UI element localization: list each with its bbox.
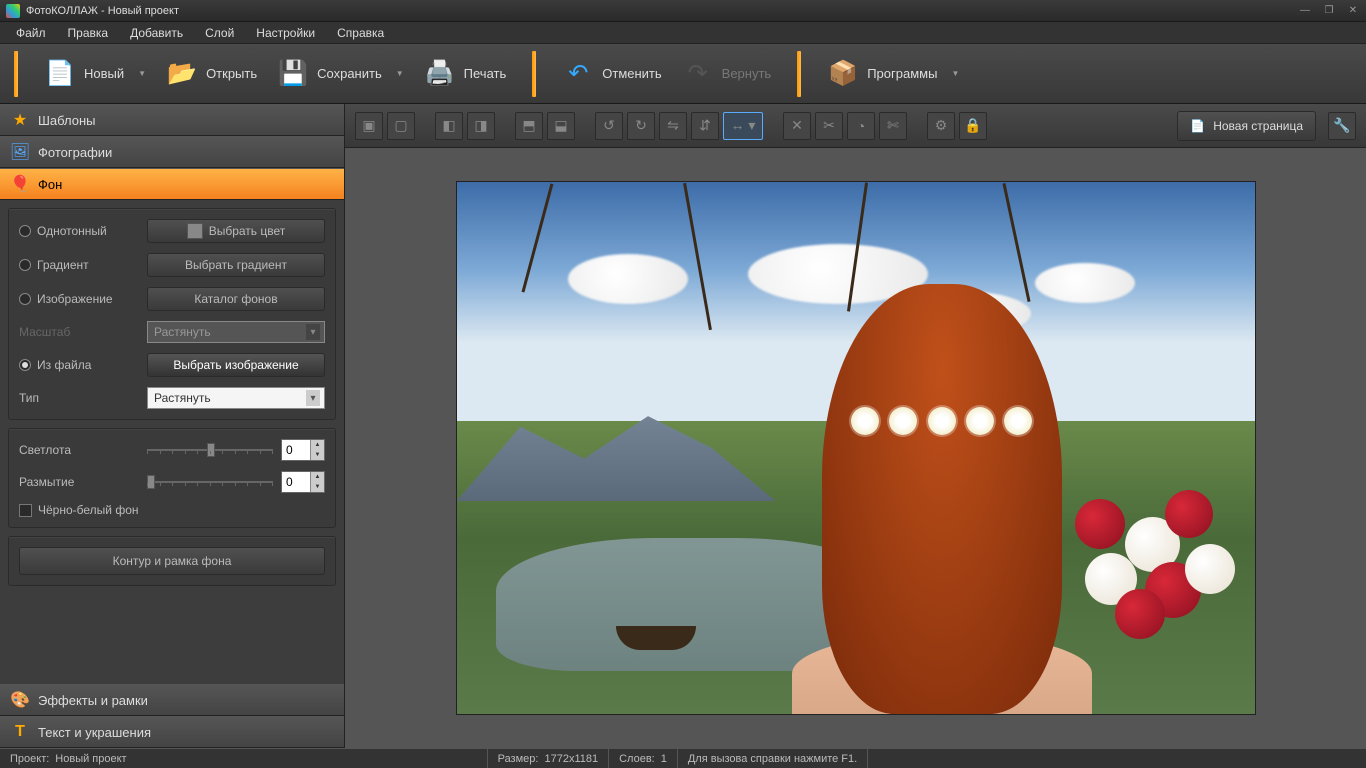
- type-select[interactable]: Растянуть: [147, 387, 325, 409]
- status-size: Размер: 1772x1181: [487, 749, 610, 768]
- canvas[interactable]: [456, 181, 1256, 715]
- gear-icon[interactable]: ⚙: [927, 112, 955, 140]
- new-file-icon: 📄: [44, 58, 76, 90]
- canvas-toolbar: ▣ ▢ ◧ ◨ ⬒ ⬓ ↺ ↻ ⇋ ⇵ ↔ ▾ ✕ ✂ ◔ ✄ ⚙ 🔒 📄: [345, 104, 1366, 148]
- undo-icon: ↶: [562, 58, 594, 90]
- brightness-value[interactable]: 0▲▼: [281, 439, 325, 461]
- type-label: Тип: [19, 391, 139, 405]
- catalog-button[interactable]: Каталог фонов: [147, 287, 325, 311]
- blur-value[interactable]: 0▲▼: [281, 471, 325, 493]
- menu-add[interactable]: Добавить: [120, 23, 193, 43]
- sidebar: ★ Шаблоны 🖼 Фотографии 🎈 Фон Однотонный …: [0, 104, 345, 748]
- choose-gradient-button[interactable]: Выбрать градиент: [147, 253, 325, 277]
- rotate-left-icon[interactable]: ↺: [595, 112, 623, 140]
- menu-edit[interactable]: Правка: [58, 23, 119, 43]
- status-project: Проект: Новый проект: [0, 749, 137, 768]
- accordion-background[interactable]: 🎈 Фон: [0, 168, 344, 200]
- rotate-right-icon[interactable]: ↻: [627, 112, 655, 140]
- main-toolbar: 📄 Новый ▼ 📂 Открыть 💾 Сохранить ▼ 🖨️ Печ…: [0, 44, 1366, 104]
- palette-icon: 🎨: [10, 690, 30, 710]
- choose-image-button[interactable]: Выбрать изображение: [147, 353, 325, 377]
- window-title: ФотоКОЛЛАЖ - Новый проект: [26, 5, 179, 17]
- box-icon: 📦: [827, 58, 859, 90]
- contour-frame-button[interactable]: Контур и рамка фона: [19, 547, 325, 575]
- photo-icon: 🖼: [10, 142, 30, 162]
- radio-from-file[interactable]: [19, 359, 31, 371]
- brightness-slider[interactable]: [147, 440, 273, 460]
- balloon-icon: 🎈: [10, 174, 30, 194]
- radio-image[interactable]: [19, 293, 31, 305]
- choose-color-button[interactable]: Выбрать цвет: [147, 219, 325, 243]
- menu-settings[interactable]: Настройки: [246, 23, 325, 43]
- app-icon: [6, 4, 20, 18]
- status-layers: Слоев: 1: [609, 749, 678, 768]
- maximize-button[interactable]: ❐: [1322, 4, 1336, 18]
- menu-layer[interactable]: Слой: [195, 23, 244, 43]
- bring-front-icon[interactable]: ▣: [355, 112, 383, 140]
- canvas-area: ▣ ▢ ◧ ◨ ⬒ ⬓ ↺ ↻ ⇋ ⇵ ↔ ▾ ✕ ✂ ◔ ✄ ⚙ 🔒 📄: [345, 104, 1366, 748]
- star-icon: ★: [10, 110, 30, 130]
- accordion-photos[interactable]: 🖼 Фотографии: [0, 136, 344, 168]
- programs-button[interactable]: 📦 Программы ▼: [817, 52, 969, 96]
- status-help: Для вызова справки нажмите F1.: [678, 749, 868, 768]
- menubar: Файл Правка Добавить Слой Настройки Спра…: [0, 22, 1366, 44]
- scale-label: Масштаб: [19, 325, 139, 339]
- chevron-down-icon[interactable]: ▼: [138, 69, 146, 78]
- align-bottom-icon[interactable]: ⬓: [547, 112, 575, 140]
- delete-icon[interactable]: ✕: [783, 112, 811, 140]
- menu-help[interactable]: Справка: [327, 23, 394, 43]
- minimize-button[interactable]: —: [1298, 4, 1312, 18]
- undo-button[interactable]: ↶ Отменить: [552, 52, 671, 96]
- background-panel: Однотонный Выбрать цвет Градиент Выбрать…: [0, 200, 344, 684]
- new-page-button[interactable]: 📄 Новая страница: [1177, 111, 1316, 141]
- brightness-label: Светлота: [19, 443, 139, 457]
- titlebar: ФотоКОЛЛАЖ - Новый проект — ❐ ✕: [0, 0, 1366, 22]
- statusbar: Проект: Новый проект Размер: 1772x1181 С…: [0, 748, 1366, 768]
- align-left-icon[interactable]: ◧: [435, 112, 463, 140]
- lock-icon[interactable]: 🔒: [959, 112, 987, 140]
- chevron-down-icon[interactable]: ▼: [951, 69, 959, 78]
- print-icon: 🖨️: [424, 58, 456, 90]
- gradient-radio-label[interactable]: Градиент: [19, 258, 139, 272]
- page-add-icon: 📄: [1190, 119, 1205, 133]
- mask-icon[interactable]: ◔: [847, 112, 875, 140]
- flip-h-icon[interactable]: ⇋: [659, 112, 687, 140]
- radio-solid[interactable]: [19, 225, 31, 237]
- crop-icon[interactable]: ✂: [815, 112, 843, 140]
- align-top-icon[interactable]: ⬒: [515, 112, 543, 140]
- send-back-icon[interactable]: ▢: [387, 112, 415, 140]
- accordion-effects[interactable]: 🎨 Эффекты и рамки: [0, 684, 344, 716]
- scale-select[interactable]: Растянуть: [147, 321, 325, 343]
- page-settings-icon[interactable]: 🔧: [1328, 112, 1356, 140]
- save-icon: 💾: [277, 58, 309, 90]
- menu-file[interactable]: Файл: [6, 23, 56, 43]
- radio-gradient[interactable]: [19, 259, 31, 271]
- blur-label: Размытие: [19, 475, 139, 489]
- text-icon: T: [10, 722, 30, 742]
- file-radio-label[interactable]: Из файла: [19, 358, 139, 372]
- accordion-templates[interactable]: ★ Шаблоны: [0, 104, 344, 136]
- blur-slider[interactable]: [147, 472, 273, 492]
- open-button[interactable]: 📂 Открыть: [156, 52, 267, 96]
- fit-width-icon[interactable]: ↔ ▾: [723, 112, 763, 140]
- image-radio-label[interactable]: Изображение: [19, 292, 139, 306]
- redo-icon: ↷: [682, 58, 714, 90]
- flip-v-icon[interactable]: ⇵: [691, 112, 719, 140]
- solid-radio-label[interactable]: Однотонный: [19, 224, 139, 238]
- redo-button[interactable]: ↷ Вернуть: [672, 52, 782, 96]
- scissors-icon[interactable]: ✄: [879, 112, 907, 140]
- color-swatch: [187, 223, 203, 239]
- save-button[interactable]: 💾 Сохранить ▼: [267, 52, 414, 96]
- close-button[interactable]: ✕: [1346, 4, 1360, 18]
- grayscale-checkbox[interactable]: [19, 504, 32, 517]
- print-button[interactable]: 🖨️ Печать: [414, 52, 517, 96]
- grayscale-check-label[interactable]: Чёрно-белый фон: [19, 503, 325, 517]
- folder-open-icon: 📂: [166, 58, 198, 90]
- accordion-text[interactable]: T Текст и украшения: [0, 716, 344, 748]
- new-button[interactable]: 📄 Новый ▼: [34, 52, 156, 96]
- chevron-down-icon[interactable]: ▼: [396, 69, 404, 78]
- canvas-viewport[interactable]: [345, 148, 1366, 748]
- align-right-icon[interactable]: ◨: [467, 112, 495, 140]
